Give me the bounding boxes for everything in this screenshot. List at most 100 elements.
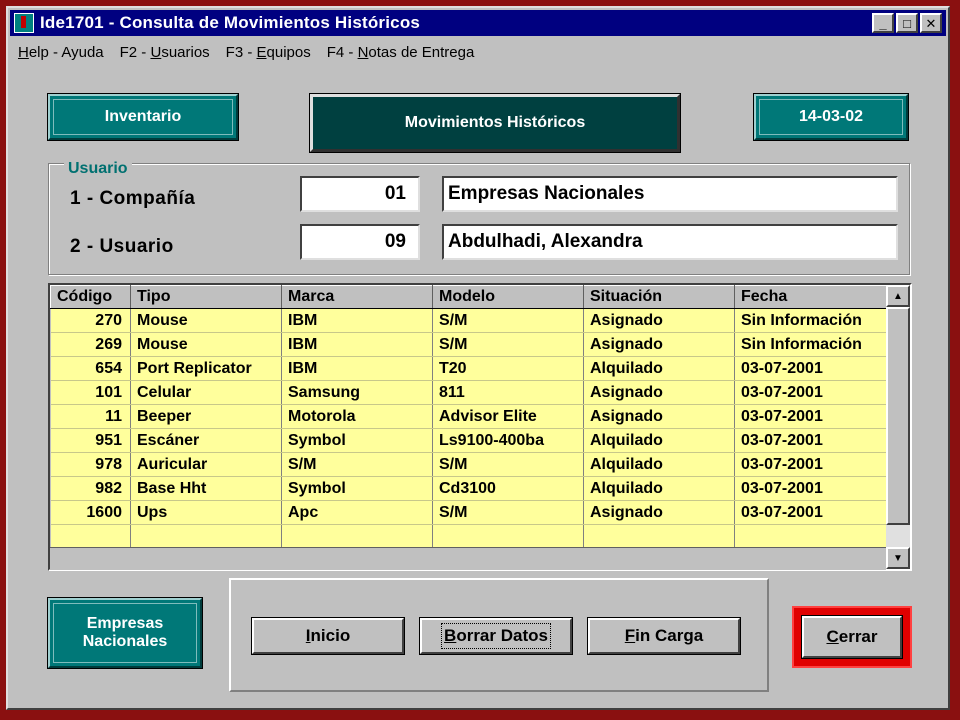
table-row[interactable]: 978 Auricular S/M S/M Alquilado 03-07-20… <box>50 452 887 477</box>
cell-marca: Symbol <box>281 476 433 501</box>
cell-marca: Apc <box>281 500 433 525</box>
menu-usuarios[interactable]: F2 - Usuarios <box>120 44 210 68</box>
cell-empty <box>50 524 131 547</box>
cell-codigo: 982 <box>50 476 131 501</box>
cell-empty <box>734 524 887 547</box>
app-icon[interactable] <box>14 13 34 33</box>
cell-modelo: Advisor Elite <box>432 404 584 429</box>
cell-tipo: Auricular <box>130 452 282 477</box>
cell-marca: Samsung <box>281 380 433 405</box>
minimize-button[interactable]: _ <box>872 13 894 33</box>
col-header-modelo[interactable]: Modelo <box>432 285 584 309</box>
table-row[interactable]: 982 Base Hht Symbol Cd3100 Alquilado 03-… <box>50 476 887 501</box>
user-name-field[interactable]: Abdulhadi, Alexandra <box>442 224 898 260</box>
cell-modelo: Cd3100 <box>432 476 584 501</box>
borrar-label: orrar Datos <box>456 626 548 645</box>
borrar-button-caption: Borrar Datos <box>441 623 551 649</box>
cell-empty <box>583 524 735 547</box>
cell-fecha: 03-07-2001 <box>734 476 887 501</box>
cell-tipo: Celular <box>130 380 282 405</box>
cell-marca: S/M <box>281 452 433 477</box>
col-header-marca[interactable]: Marca <box>281 285 433 309</box>
company-code-field[interactable]: 01 <box>300 176 420 212</box>
col-header-fecha[interactable]: Fecha <box>734 285 887 309</box>
cell-fecha: 03-07-2001 <box>734 356 887 381</box>
menu-bar: Help - Ayuda F2 - Usuarios F3 - Equipos … <box>18 44 474 68</box>
company-badge-frame <box>53 603 197 663</box>
company-label: 1 - Compañía <box>70 188 196 209</box>
user-code-field[interactable]: 09 <box>300 224 420 260</box>
borrar-hotkey: B <box>444 626 457 645</box>
menu-help[interactable]: Help - Ayuda <box>18 44 104 68</box>
table-row[interactable]: 11 Beeper Motorola Advisor Elite Asignad… <box>50 404 887 429</box>
cell-empty <box>281 524 433 547</box>
cell-tipo: Port Replicator <box>130 356 282 381</box>
cell-modelo: S/M <box>432 332 584 357</box>
cell-empty <box>130 524 282 547</box>
menu-equipos-label: quipos <box>266 44 311 61</box>
company-name-field[interactable]: Empresas Nacionales <box>442 176 898 212</box>
user-group-legend: Usuario <box>64 160 132 178</box>
movements-grid[interactable]: Código Tipo Marca Modelo Situación Fecha… <box>48 283 912 571</box>
table-row[interactable]: 951 Escáner Symbol Ls9100-400ba Alquilad… <box>50 428 887 453</box>
cerrar-button-frame: Cerrar <box>792 606 912 668</box>
cell-marca: IBM <box>281 332 433 357</box>
scroll-thumb[interactable] <box>886 307 910 525</box>
fin-carga-button-caption: Fin Carga <box>625 626 703 646</box>
cell-codigo: 101 <box>50 380 131 405</box>
cell-modelo: 811 <box>432 380 584 405</box>
menu-notas-entrega[interactable]: F4 - Notas de Entrega <box>327 44 475 68</box>
cerrar-hotkey: C <box>826 627 839 646</box>
menu-usuarios-label: suarios <box>161 44 210 61</box>
cell-tipo: Escáner <box>130 428 282 453</box>
inicio-label: nicio <box>310 626 351 645</box>
cell-marca: Symbol <box>281 428 433 453</box>
cell-codigo: 951 <box>50 428 131 453</box>
table-row-empty[interactable] <box>50 524 887 547</box>
menu-notas-hotkey: N <box>357 44 369 61</box>
cell-fecha: 03-07-2001 <box>734 404 887 429</box>
table-row[interactable]: 269 Mouse IBM S/M Asignado Sin Informaci… <box>50 332 887 357</box>
col-header-tipo[interactable]: Tipo <box>130 285 282 309</box>
maximize-button[interactable]: □ <box>896 13 918 33</box>
table-row[interactable]: 101 Celular Samsung 811 Asignado 03-07-2… <box>50 380 887 405</box>
cell-fecha: 03-07-2001 <box>734 428 887 453</box>
date-panel: 14-03-02 <box>754 94 908 140</box>
menu-equipos-prefix: F3 - <box>225 44 257 61</box>
cell-marca: IBM <box>281 356 433 381</box>
col-header-situacion[interactable]: Situación <box>583 285 735 309</box>
inicio-button[interactable]: Inicio <box>252 618 404 654</box>
cell-situacion: Alquilado <box>583 356 735 381</box>
close-window-button[interactable]: ✕ <box>920 13 942 33</box>
cell-situacion: Asignado <box>583 500 735 525</box>
window-title: Ide1701 - Consulta de Movimientos Histór… <box>40 13 421 32</box>
table-row[interactable]: 654 Port Replicator IBM T20 Alquilado 03… <box>50 356 887 381</box>
cerrar-button[interactable]: Cerrar <box>802 616 902 658</box>
col-header-codigo[interactable]: Código <box>50 285 131 309</box>
cell-fecha: 03-07-2001 <box>734 452 887 477</box>
cell-codigo: 270 <box>50 308 131 333</box>
menu-equipos-hotkey: E <box>256 44 267 61</box>
cell-codigo: 654 <box>50 356 131 381</box>
menu-equipos[interactable]: F3 - Equipos <box>226 44 311 68</box>
menu-usuarios-hotkey: U <box>150 44 162 61</box>
scroll-down-button[interactable]: ▼ <box>886 547 910 569</box>
cerrar-button-caption: Cerrar <box>826 627 877 647</box>
fin-carga-button[interactable]: Fin Carga <box>588 618 740 654</box>
inventario-panel[interactable]: Inventario <box>48 94 238 140</box>
menu-notas-label: otas de Entrega <box>368 44 475 61</box>
table-row[interactable]: 270 Mouse IBM S/M Asignado Sin Informaci… <box>50 308 887 333</box>
cell-situacion: Asignado <box>583 404 735 429</box>
scroll-up-button[interactable]: ▲ <box>886 285 910 307</box>
company-badge: Empresas Nacionales <box>48 598 202 668</box>
cell-codigo: 11 <box>50 404 131 429</box>
cell-fecha: 03-07-2001 <box>734 500 887 525</box>
cell-codigo: 269 <box>50 332 131 357</box>
cell-tipo: Beeper <box>130 404 282 429</box>
menu-usuarios-prefix: F2 - <box>119 44 151 61</box>
borrar-datos-button[interactable]: Borrar Datos <box>420 618 572 654</box>
cell-tipo: Ups <box>130 500 282 525</box>
title-bar[interactable]: Ide1701 - Consulta de Movimientos Histór… <box>10 10 946 36</box>
table-row[interactable]: 1600 Ups Apc S/M Asignado 03-07-2001 <box>50 500 887 525</box>
grid-vertical-scrollbar[interactable]: ▲ ▼ <box>886 285 910 569</box>
